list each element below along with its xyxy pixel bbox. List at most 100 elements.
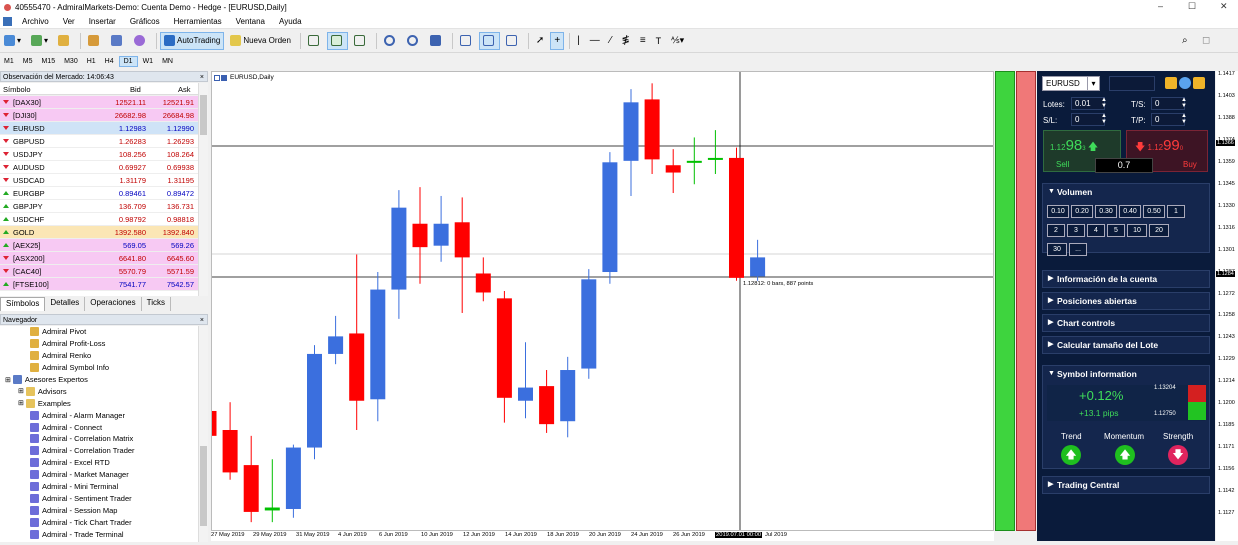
navigator-item[interactable]: ⊞ Asesores Expertos	[0, 374, 198, 386]
timeframe-d1[interactable]: D1	[118, 56, 138, 67]
lotes-input[interactable]: 0.01	[1071, 97, 1105, 110]
tp-input[interactable]: 0	[1151, 113, 1185, 126]
tab-simbolos[interactable]: Símbolos	[0, 297, 46, 311]
menu-ayuda[interactable]: Ayuda	[272, 17, 309, 26]
volume-button[interactable]: 0.30	[1095, 205, 1117, 218]
chart-shift-button[interactable]	[456, 32, 477, 50]
navigator-item[interactable]: Admiral Renko	[0, 350, 198, 362]
market-watch-row[interactable]: USDJPY 108.256 108.264	[0, 148, 198, 161]
navigator-item[interactable]: Admiral - Alarm Manager	[0, 409, 198, 421]
navigator-item[interactable]: Admiral - Trade Terminal	[0, 528, 198, 540]
symbol-search-input[interactable]	[1109, 76, 1155, 91]
scrollbar-thumb[interactable]	[200, 95, 207, 135]
volume-button[interactable]: ...	[1069, 243, 1087, 256]
navigator-item[interactable]: Admiral Symbol Info	[0, 362, 198, 374]
zoom-out-button[interactable]	[403, 32, 424, 50]
navigator-item[interactable]: Admiral - Market Manager	[0, 469, 198, 481]
ts-stepper[interactable]: ▲ ▼	[1181, 97, 1187, 110]
new-order-button[interactable]: Nueva Orden	[226, 32, 295, 50]
profiles-button[interactable]: ▾	[27, 32, 52, 50]
chevron-down-icon[interactable]: ▾	[1087, 77, 1099, 90]
column-symbol[interactable]: Símbolo	[3, 85, 31, 94]
zoom-in-button[interactable]	[380, 32, 401, 50]
navigator-item[interactable]: Admiral - Correlation Matrix	[0, 433, 198, 445]
market-watch-row[interactable]: [AEX25] 569.05 569.26	[0, 239, 198, 252]
panel-section[interactable]: ▶ Información de la cuenta	[1042, 270, 1210, 288]
bar-chart-button[interactable]	[304, 32, 325, 50]
layout-icon[interactable]	[1193, 77, 1205, 89]
chart-window-icon[interactable]	[221, 74, 227, 81]
navigator-item[interactable]: ⊞ Advisors	[0, 385, 198, 397]
price-chart[interactable]: 1.12812: 0 bars, 887 points	[211, 71, 994, 531]
expand-icon[interactable]: ⊞	[5, 376, 11, 384]
market-watch-row[interactable]: [FTSE100] 7541.77 7542.57	[0, 278, 198, 291]
timeframe-m15[interactable]: M15	[37, 57, 59, 66]
symbol-select[interactable]: EURUSD ▾	[1042, 76, 1100, 91]
market-watch-row[interactable]: [DJI30] 26682.98 26684.98	[0, 109, 198, 122]
tile-windows-button[interactable]	[426, 32, 447, 50]
panel-section-title[interactable]: Chart controls	[1057, 318, 1115, 328]
signals-button[interactable]	[130, 32, 151, 50]
expand-icon[interactable]: ▶	[1048, 293, 1053, 309]
line-chart-button[interactable]	[350, 32, 371, 50]
autotrading-button[interactable]: AutoTrading	[160, 31, 225, 50]
volume-button[interactable]: 5	[1107, 224, 1125, 237]
info-icon[interactable]	[1179, 77, 1191, 89]
market-watch-button[interactable]	[54, 32, 75, 50]
trading-central-title[interactable]: Trading Central	[1057, 480, 1119, 490]
close-icon[interactable]: ×	[200, 315, 204, 326]
new-chart-button[interactable]: ▾	[0, 32, 25, 50]
sl-stepper[interactable]: ▲ ▼	[1101, 113, 1107, 126]
market-watch-row[interactable]: USDCAD 1.31179 1.31195	[0, 174, 198, 187]
volume-button[interactable]: 0.40	[1119, 205, 1141, 218]
vertical-line-button[interactable]: |	[573, 32, 584, 50]
market-watch-row[interactable]: [DAX30] 12521.11 12521.91	[0, 96, 198, 109]
market-watch-row[interactable]: EURUSD 1.12983 1.12990	[0, 122, 198, 135]
horizontal-line-button[interactable]: —	[586, 32, 604, 50]
chat-button[interactable]: ◻	[1198, 32, 1214, 50]
ts-input[interactable]: 0	[1151, 97, 1185, 110]
candlestick-button[interactable]	[326, 31, 348, 50]
timeframe-h4[interactable]: H4	[101, 57, 118, 66]
panel-section-title[interactable]: Información de la cuenta	[1057, 274, 1157, 284]
expand-icon[interactable]: ▶	[1048, 315, 1053, 331]
market-watch-row[interactable]: [CAC40] 5570.79 5571.59	[0, 265, 198, 278]
timeframe-m1[interactable]: M1	[0, 57, 18, 66]
volume-button[interactable]: 2	[1047, 224, 1065, 237]
market-watch-row[interactable]: GBPUSD 1.26283 1.26293	[0, 135, 198, 148]
trendline-button[interactable]: ⁄	[606, 32, 616, 50]
navigator-button[interactable]	[84, 32, 105, 50]
navigator-item[interactable]: Admiral - Connect	[0, 421, 198, 433]
volume-button[interactable]: 20	[1149, 224, 1169, 237]
lotes-stepper[interactable]: ▲ ▼	[1101, 97, 1107, 110]
navigator-item[interactable]: Admiral - Correlation Trader	[0, 445, 198, 457]
navigator-item[interactable]: Admiral - Excel RTD	[0, 457, 198, 469]
market-watch-row[interactable]: AUDUSD 0.69927 0.69938	[0, 161, 198, 174]
panel-section-title[interactable]: Calcular tamaño del Lote	[1057, 340, 1158, 350]
menu-herramientas[interactable]: Herramientas	[167, 17, 229, 26]
close-button[interactable]: ✕	[1220, 1, 1228, 12]
scrollbar-thumb[interactable]	[200, 446, 207, 526]
volume-button[interactable]: 3	[1067, 224, 1085, 237]
symbol-info-title[interactable]: Symbol information	[1057, 369, 1137, 379]
navigator-scrollbar[interactable]	[198, 326, 208, 542]
market-watch-row[interactable]: EURGBP 0.89461 0.89472	[0, 187, 198, 200]
timeframe-h1[interactable]: H1	[83, 57, 100, 66]
expand-icon[interactable]: ▶	[1048, 337, 1053, 353]
tp-stepper[interactable]: ▲ ▼	[1181, 113, 1187, 126]
volume-button[interactable]: 0.50	[1143, 205, 1165, 218]
collapse-icon[interactable]: ▼	[1048, 366, 1055, 382]
panel-section[interactable]: ▶ Chart controls	[1042, 314, 1210, 332]
shapes-button[interactable]: ⅍▾	[667, 32, 688, 50]
close-icon[interactable]: ×	[200, 72, 204, 83]
market-watch-row[interactable]: USDCHF 0.98792 0.98818	[0, 213, 198, 226]
minimize-button[interactable]: –	[1158, 1, 1163, 11]
autoscroll-button[interactable]	[478, 31, 500, 50]
settings-icon[interactable]	[1165, 77, 1177, 89]
market-watch-scrollbar[interactable]	[198, 83, 208, 296]
panel-section[interactable]: ▶ Calcular tamaño del Lote	[1042, 336, 1210, 354]
navigator-item[interactable]: Admiral - Session Map	[0, 504, 198, 516]
volume-button[interactable]: 1	[1167, 205, 1185, 218]
tab-detalles[interactable]: Detalles	[45, 297, 86, 311]
search-button[interactable]: ⌕	[1178, 32, 1192, 50]
